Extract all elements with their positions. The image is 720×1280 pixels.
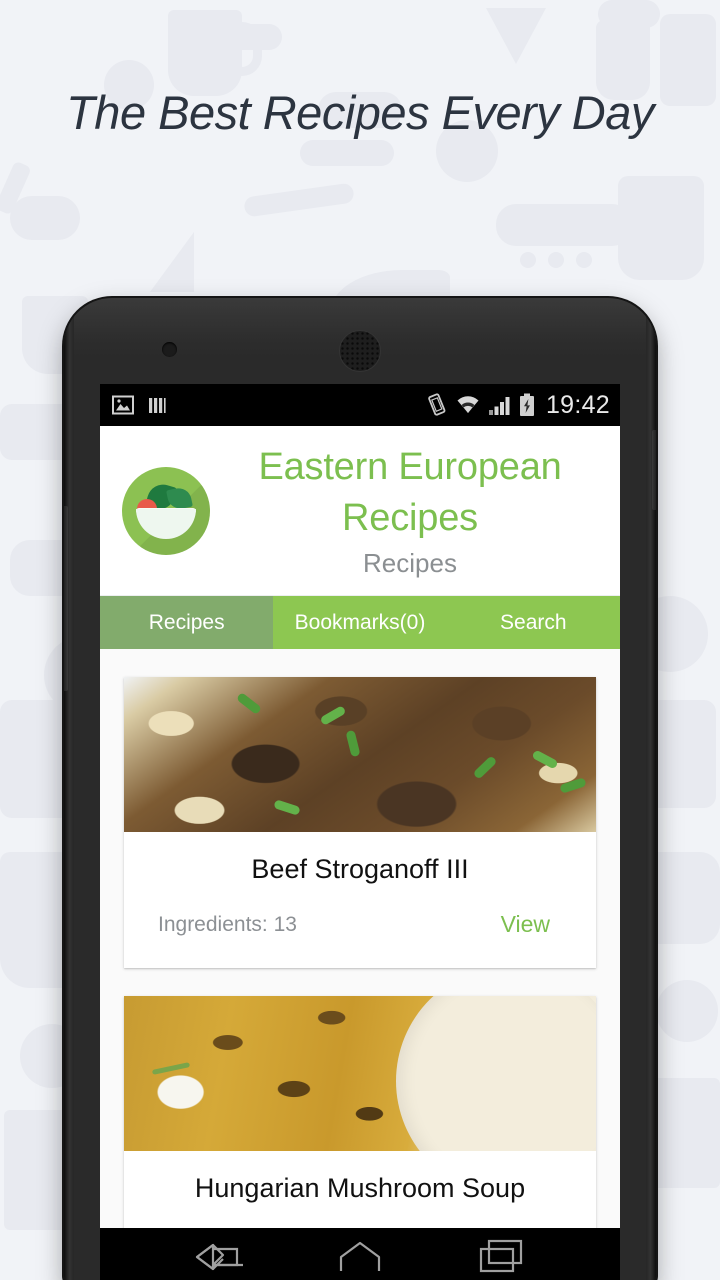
recipe-title: Beef Stroganoff III (251, 854, 469, 884)
battery-charging-icon (519, 393, 534, 416)
recents-icon[interactable] (473, 1239, 527, 1273)
power-button[interactable] (652, 430, 656, 510)
image-icon (112, 395, 134, 415)
tab-bar: Recipes Bookmarks(0) Search (100, 596, 620, 649)
phone-mockup: 19:42 Eastern European Recipes Recipes R… (64, 298, 656, 1280)
page-title: The Best Recipes Every Day (66, 86, 654, 139)
back-icon[interactable] (193, 1239, 247, 1273)
bars-icon (149, 398, 166, 413)
tab-bookmarks[interactable]: Bookmarks(0) (273, 596, 447, 649)
navigation-bar (100, 1228, 620, 1280)
app-title: Eastern European Recipes (258, 446, 562, 539)
promo-page: The Best Recipes Every Day 19:42 Eastern… (0, 0, 720, 1280)
recipe-title: Hungarian Mushroom Soup (194, 1173, 526, 1203)
volume-button[interactable] (64, 506, 68, 691)
recipe-list[interactable]: Beef Stroganoff III Ingredients: 13 View… (100, 649, 620, 1280)
salad-bowl-logo (122, 466, 210, 555)
recipe-card[interactable]: Hungarian Mushroom Soup (124, 996, 596, 1260)
camera-dot (162, 342, 177, 357)
tab-recipes[interactable]: Recipes (100, 596, 274, 649)
status-bar-left-icons (112, 394, 168, 416)
wifi-icon (457, 396, 479, 413)
phone-screen: 19:42 Eastern European Recipes Recipes R… (100, 384, 620, 1280)
hungarian-mushroom-soup-photo (124, 996, 596, 1151)
phone-left-edge (64, 298, 74, 1280)
app-header: Eastern European Recipes Recipes (100, 426, 620, 596)
app-subtitle: Recipes (363, 547, 457, 578)
home-icon[interactable] (333, 1239, 387, 1273)
beef-stroganoff-photo (124, 677, 596, 832)
status-bar-clock: 19:42 (545, 390, 610, 419)
status-bar-right-icons: 19:42 (426, 391, 610, 420)
tab-search[interactable]: Search (446, 596, 620, 649)
view-button[interactable]: View (501, 911, 562, 938)
recipe-meta: Ingredients: 13 View (124, 885, 596, 968)
ingredients-count: Ingredients: 13 (158, 912, 297, 936)
earpiece-speaker (339, 330, 381, 372)
signal-icon (488, 397, 510, 415)
screen-rotation-icon (428, 393, 446, 416)
recipe-card[interactable]: Beef Stroganoff III Ingredients: 13 View (124, 677, 596, 968)
status-bar: 19:42 (100, 384, 620, 426)
phone-body: 19:42 Eastern European Recipes Recipes R… (64, 298, 656, 1280)
app-title-block: Eastern European Recipes Recipes (210, 442, 606, 579)
